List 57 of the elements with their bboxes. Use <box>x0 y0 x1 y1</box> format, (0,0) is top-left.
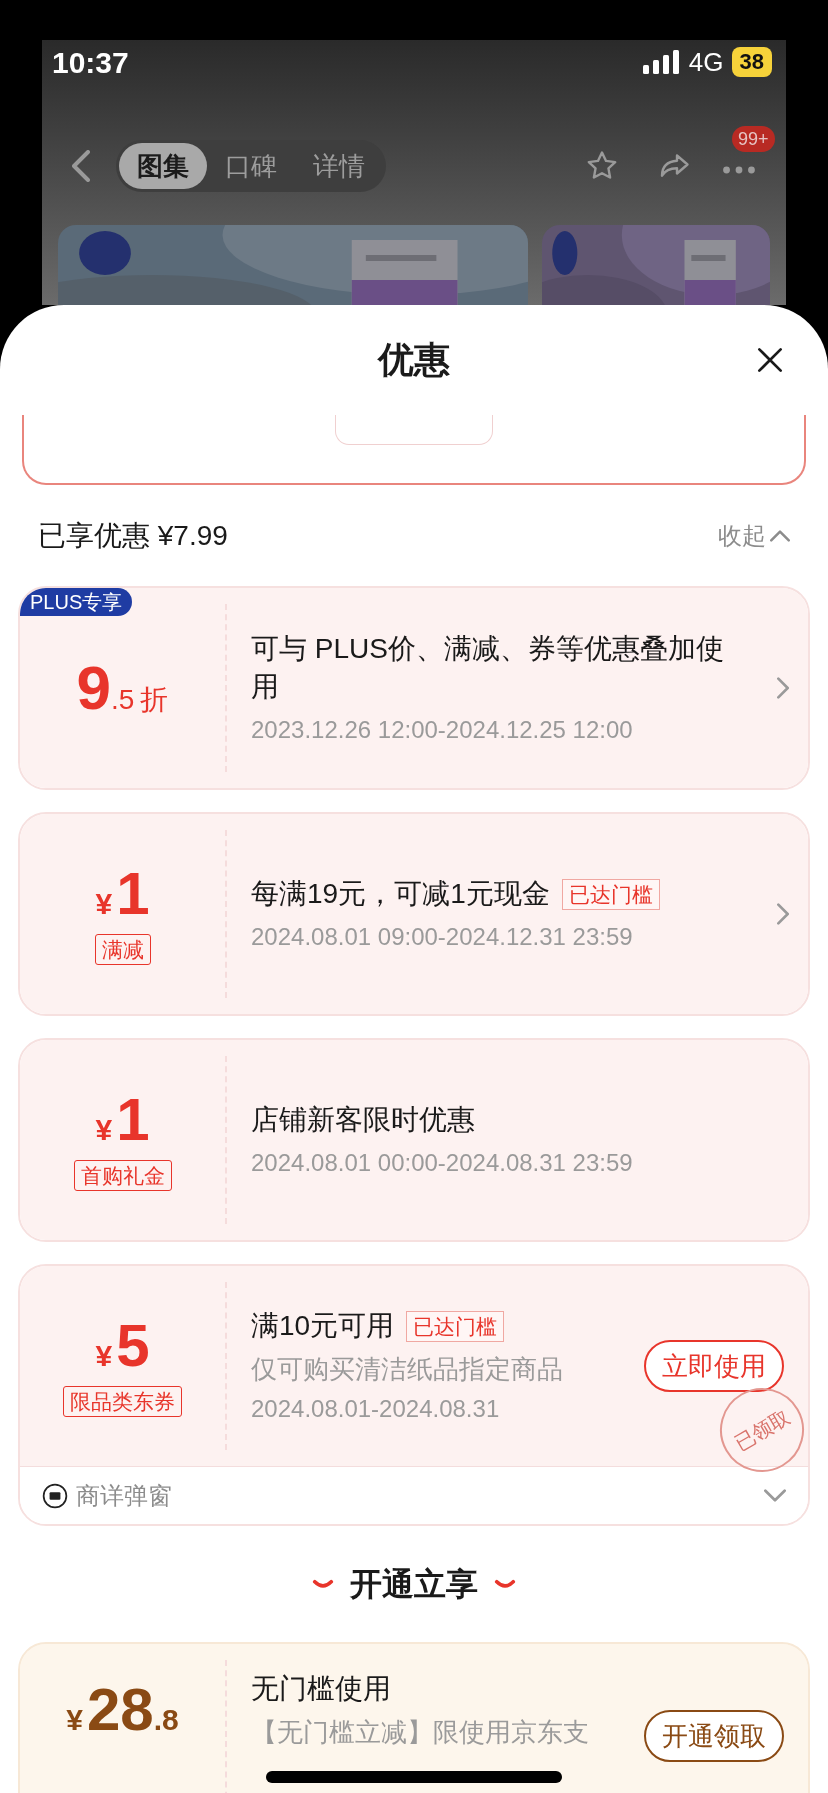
footer-label: 商详弹窗 <box>76 1480 172 1511</box>
coupon-title: 无门槛使用 <box>251 1672 391 1706</box>
coupon-card[interactable]: ¥1 首购礼金 店铺新客限时优惠 2024.08.01 00:00-2024.08.31 23:59 <box>18 1038 810 1242</box>
coupon-card[interactable]: ¥5 限品类东券 满10元可用 已达门槛 仅可购买清洁纸品指定商品 2024.08.01-2024.08.31 立即使用 已领取 商详弹窗 <box>18 1264 810 1526</box>
status-time: 10:37 <box>52 44 129 81</box>
smile-icon <box>494 1578 516 1590</box>
coupon-card[interactable]: ¥1 满减 每满19元，可减1元现金 已达门槛 2024.08.01 09:00-2024.12.31 23:59 <box>18 812 810 1016</box>
more-icon[interactable] <box>722 164 756 176</box>
chevron-up-icon <box>770 529 790 542</box>
signal-icon <box>642 50 679 74</box>
coupon-title: 满10元可用 <box>251 1309 395 1343</box>
network-label: 4G <box>688 45 724 79</box>
coupon-title: 可与 PLUS价、满减、券等优惠叠加使用 <box>251 632 725 704</box>
discount-decimal: .5 <box>111 686 135 714</box>
smile-icon <box>312 1578 334 1590</box>
segment-tab[interactable]: 图集 <box>119 143 207 189</box>
validity-date: 2023.12.26 12:00-2024.12.25 12:00 <box>251 715 634 745</box>
currency-sign: ¥ <box>95 1340 113 1371</box>
coupon-title: 每满19元，可减1元现金 <box>251 877 550 911</box>
validity-date: 2024.08.01 09:00-2024.12.31 23:59 <box>251 922 634 952</box>
segment-tab[interactable]: 口碑 <box>207 143 295 189</box>
open-claim-button[interactable]: 开通领取 <box>644 1710 784 1762</box>
discount-value: 9 <box>76 657 112 719</box>
currency-sign: ¥ <box>95 888 113 919</box>
validity-date: 2024.08.01-2024.08.31 <box>251 1394 501 1424</box>
amount-value: 5 <box>116 1315 150 1376</box>
segment-tab[interactable]: 详情 <box>295 143 383 189</box>
chevron-right-icon <box>777 677 789 699</box>
back-icon <box>72 150 90 182</box>
amount-value: 1 <box>116 1089 150 1150</box>
plus-badge: PLUS专享 <box>20 588 133 616</box>
coupon-title: 店铺新客限时优惠 <box>251 1103 475 1137</box>
use-now-button[interactable]: 立即使用 <box>644 1340 784 1392</box>
coupon-description: 【无门槛立减】限使用京东支 <box>251 1716 590 1748</box>
section-title: 开通立享 <box>350 1565 478 1604</box>
amount-value: 28 <box>86 1680 154 1740</box>
ticket-icon <box>42 1482 68 1509</box>
amount-value: 1 <box>116 863 150 924</box>
coupon-description: 仅可购买清洁纸品指定商品 <box>251 1353 564 1385</box>
chevron-right-icon <box>777 903 789 925</box>
threshold-tag: 已达门槛 <box>561 878 660 910</box>
currency-sign: ¥ <box>66 1705 83 1735</box>
discount-unit: 折 <box>140 686 169 714</box>
coupon-card[interactable]: ¥28.8 无门槛使用 【无门槛立减】限使用京东支 开通领取 <box>18 1642 810 1793</box>
savings-summary: 已享优惠 ¥7.99 <box>38 518 228 553</box>
chevron-down-icon <box>764 1489 786 1502</box>
coupon-tag: 满减 <box>94 933 151 965</box>
validity-date: 2024.08.01 00:00-2024.08.31 23:59 <box>251 1148 634 1178</box>
currency-sign: ¥ <box>95 1114 113 1145</box>
sheet-title: 优惠 <box>378 338 450 382</box>
threshold-tag: 已达门槛 <box>406 1310 505 1342</box>
coupon-tag: 首购礼金 <box>73 1159 172 1191</box>
battery-indicator: 38 <box>731 47 772 77</box>
coupon-card[interactable]: 9.5 折 可与 PLUS价、满减、券等优惠叠加使用 2023.12.26 12:00-2024.12.25 12:00 PLUS专享 <box>18 586 810 790</box>
notification-badge: 99+ <box>732 126 775 152</box>
coupon-tag: 限品类东券 <box>63 1385 182 1417</box>
amount-decimal: .8 <box>153 1705 179 1735</box>
